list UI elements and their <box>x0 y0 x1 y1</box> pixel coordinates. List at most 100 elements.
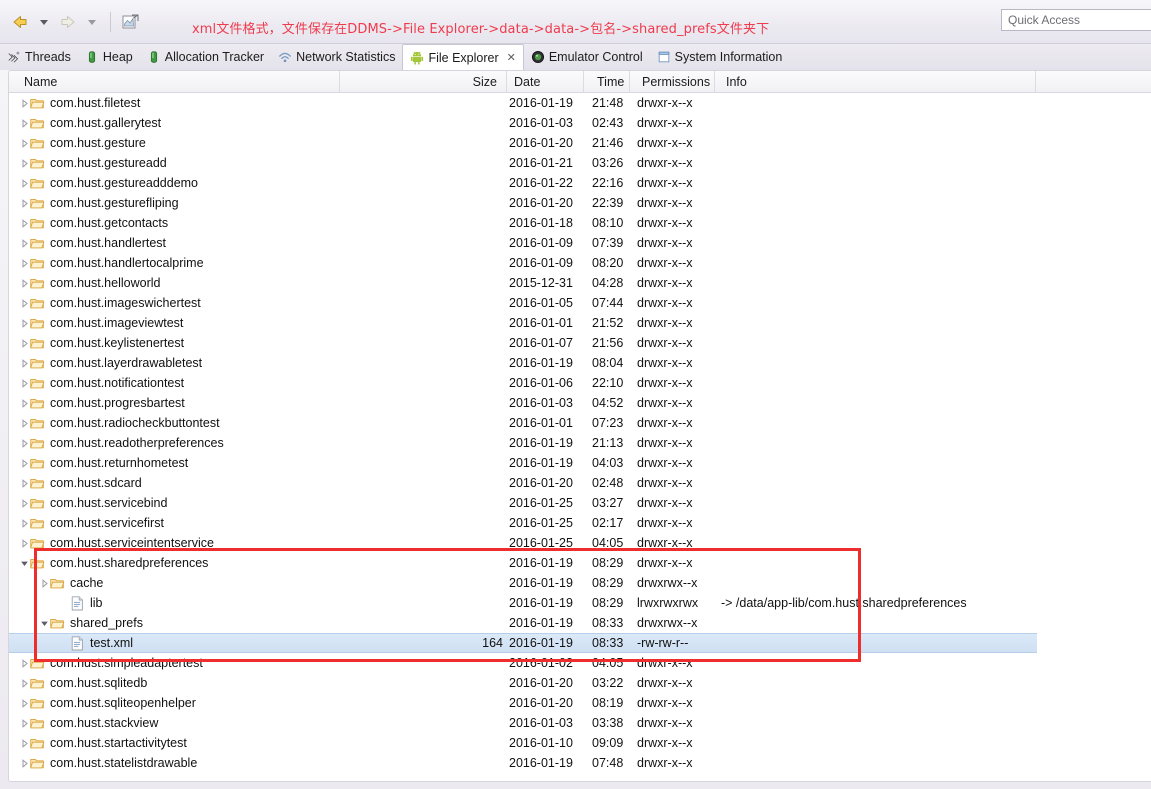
chevron-right-icon[interactable] <box>20 358 29 368</box>
cell-name[interactable]: com.hust.returnhometest <box>19 453 188 473</box>
chevron-right-icon[interactable] <box>20 218 29 228</box>
table-row[interactable]: com.hust.sqliteopenhelper 2016-01-20 08:19… <box>9 693 1151 713</box>
cell-name[interactable]: com.hust.progresbartest <box>19 393 185 413</box>
cell-name[interactable]: com.hust.notificationtest <box>19 373 184 393</box>
tree-twisty[interactable] <box>19 113 30 133</box>
chevron-right-icon[interactable] <box>20 658 29 668</box>
tree-twisty[interactable] <box>39 613 50 633</box>
column-header-time[interactable]: Time <box>592 71 629 93</box>
table-row[interactable]: com.hust.stackview 2016-01-03 03:38 drwxr-x… <box>9 713 1151 733</box>
table-row[interactable]: com.hust.gesturefliping 2016-01-20 22:39 dr… <box>9 193 1151 213</box>
tab-heap[interactable]: Heap <box>78 44 140 70</box>
chevron-right-icon[interactable] <box>20 118 29 128</box>
tree-twisty[interactable] <box>19 393 30 413</box>
cell-name[interactable]: com.hust.gestureadddemo <box>19 173 198 193</box>
cell-name[interactable]: com.hust.radiocheckbuttontest <box>19 413 220 433</box>
table-row[interactable]: com.hust.filetest 2016-01-19 21:48 drwxr-x-… <box>9 93 1151 113</box>
chevron-right-icon[interactable] <box>20 498 29 508</box>
tree-twisty[interactable] <box>39 573 50 593</box>
back-button[interactable] <box>8 10 32 34</box>
chevron-right-icon[interactable] <box>20 738 29 748</box>
table-row[interactable]: com.hust.simpleadaptertest 2016-01-02 04:0… <box>9 653 1151 673</box>
tree-twisty[interactable] <box>19 733 30 753</box>
tab-system-information[interactable]: System Information <box>650 44 790 70</box>
chevron-right-icon[interactable] <box>20 298 29 308</box>
column-divider[interactable] <box>1035 71 1036 93</box>
tree-twisty[interactable] <box>19 253 30 273</box>
chevron-right-icon[interactable] <box>20 378 29 388</box>
tree-twisty[interactable] <box>19 533 30 553</box>
cell-name[interactable]: com.hust.filetest <box>19 93 140 113</box>
tree-twisty[interactable] <box>19 473 30 493</box>
table-row[interactable]: com.hust.servicefirst 2016-01-25 02:17 drwx… <box>9 513 1151 533</box>
column-divider[interactable] <box>629 71 630 93</box>
chevron-right-icon[interactable] <box>20 698 29 708</box>
cell-name[interactable]: com.hust.imageviewtest <box>19 313 183 333</box>
cell-name[interactable]: com.hust.readotherpreferences <box>19 433 224 453</box>
cell-name[interactable]: com.hust.servicebind <box>19 493 167 513</box>
cell-name[interactable]: com.hust.sdcard <box>19 473 142 493</box>
table-row[interactable]: com.hust.gesture 2016-01-20 21:46 drwxr-x--… <box>9 133 1151 153</box>
table-row[interactable]: com.hust.sdcard 2016-01-20 02:48 drwxr-x--x <box>9 473 1151 493</box>
cell-name[interactable]: lib <box>59 593 103 613</box>
tree-twisty[interactable] <box>19 413 30 433</box>
tree-twisty[interactable] <box>19 713 30 733</box>
table-row[interactable]: shared_prefs 2016-01-19 08:33 drwxrwx--x <box>9 613 1151 633</box>
cell-name[interactable]: shared_prefs <box>39 613 143 633</box>
table-row[interactable]: com.hust.sharedpreferences 2016-01-19 08:2… <box>9 553 1151 573</box>
table-row[interactable]: com.hust.handlertest 2016-01-09 07:39 drwxr… <box>9 233 1151 253</box>
chevron-right-icon[interactable] <box>20 98 29 108</box>
column-header-date[interactable]: Date <box>509 71 545 93</box>
tree-twisty[interactable] <box>19 273 30 293</box>
tree-twisty[interactable] <box>19 753 30 773</box>
cell-name[interactable]: com.hust.helloworld <box>19 273 160 293</box>
back-history-dropdown[interactable] <box>32 10 56 34</box>
new-button[interactable] <box>117 10 143 34</box>
cell-name[interactable]: com.hust.sharedpreferences <box>19 553 208 573</box>
tree-twisty[interactable] <box>19 353 30 373</box>
tab-close-icon[interactable]: ✕ <box>507 51 516 64</box>
chevron-right-icon[interactable] <box>20 678 29 688</box>
chevron-down-icon[interactable] <box>40 619 49 628</box>
tree-twisty[interactable] <box>19 453 30 473</box>
tree-twisty[interactable] <box>59 593 70 613</box>
table-row[interactable]: cache 2016-01-19 08:29 drwxrwx--x <box>9 573 1151 593</box>
tree-twisty[interactable] <box>19 653 30 673</box>
tree-twisty[interactable] <box>19 313 30 333</box>
cell-name[interactable]: com.hust.handlertest <box>19 233 166 253</box>
tree-twisty[interactable] <box>19 193 30 213</box>
table-row[interactable]: com.hust.returnhometest 2016-01-19 04:03 dr… <box>9 453 1151 473</box>
tree-twisty[interactable] <box>19 93 30 113</box>
table-row[interactable]: com.hust.notificationtest 2016-01-06 22:10… <box>9 373 1151 393</box>
chevron-right-icon[interactable] <box>20 758 29 768</box>
cell-name[interactable]: com.hust.startactivitytest <box>19 733 187 753</box>
table-row[interactable]: com.hust.startactivitytest 2016-01-10 09:0… <box>9 733 1151 753</box>
cell-name[interactable]: com.hust.gesturefliping <box>19 193 179 213</box>
tab-emulator-control[interactable]: Emulator Control <box>524 44 650 70</box>
tree-twisty[interactable] <box>19 553 30 573</box>
chevron-right-icon[interactable] <box>20 198 29 208</box>
table-row[interactable]: com.hust.progresbartest 2016-01-03 04:52 dr… <box>9 393 1151 413</box>
cell-name[interactable]: com.hust.servicefirst <box>19 513 164 533</box>
tree-twisty[interactable] <box>19 233 30 253</box>
table-row[interactable]: com.hust.getcontacts 2016-01-18 08:10 drwxr… <box>9 213 1151 233</box>
table-row[interactable]: com.hust.radiocheckbuttontest 2016-01-01 0… <box>9 413 1151 433</box>
tree-twisty[interactable] <box>19 513 30 533</box>
chevron-right-icon[interactable] <box>20 398 29 408</box>
chevron-right-icon[interactable] <box>20 418 29 428</box>
chevron-right-icon[interactable] <box>20 538 29 548</box>
column-divider[interactable] <box>714 71 715 93</box>
cell-name[interactable]: com.hust.imageswichertest <box>19 293 201 313</box>
tree-twisty[interactable] <box>19 433 30 453</box>
table-row[interactable]: com.hust.sqlitedb 2016-01-20 03:22 drwxr-x-… <box>9 673 1151 693</box>
tab-file-explorer[interactable]: File Explorer ✕ <box>402 44 524 70</box>
quick-access-input[interactable]: Quick Access <box>1001 9 1151 31</box>
tree-twisty[interactable] <box>19 373 30 393</box>
table-row[interactable]: com.hust.servicebind 2016-01-25 03:27 drwxr… <box>9 493 1151 513</box>
column-header-info[interactable]: Info <box>721 71 752 93</box>
chevron-right-icon[interactable] <box>40 578 49 588</box>
chevron-right-icon[interactable] <box>20 438 29 448</box>
tab-network-statistics[interactable]: Network Statistics <box>271 44 402 70</box>
table-row[interactable]: com.hust.imageviewtest 2016-01-01 21:52 drw… <box>9 313 1151 333</box>
table-row[interactable]: com.hust.statelistdrawable 2016-01-19 07:4… <box>9 753 1151 773</box>
